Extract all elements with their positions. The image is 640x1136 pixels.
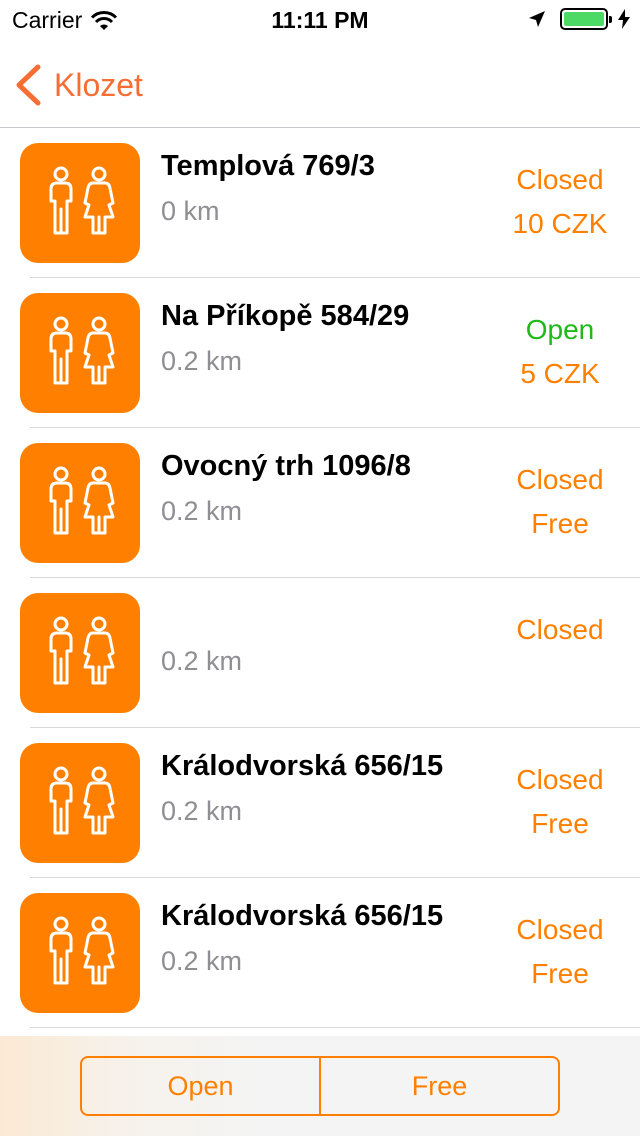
status-right (528, 8, 630, 30)
toilet-distance: 0.2 km (161, 346, 243, 376)
toilet-distance: 0.2 km (161, 646, 243, 676)
restroom-icon (20, 293, 140, 413)
toilet-address: Templová 769/3 (161, 150, 375, 182)
toilet-row[interactable]: Králodvorská 656/15 0.2 km Closed Free (0, 728, 640, 878)
battery-icon (560, 8, 612, 30)
filter-open-button[interactable]: Open (82, 1058, 319, 1114)
restroom-icon (20, 743, 140, 863)
toilet-row[interactable]: 0.2 km Closed (0, 578, 640, 728)
filter-segmented-control: Open Free (80, 1056, 560, 1116)
restroom-figures-icon (49, 616, 115, 685)
toilet-distance: 0.2 km (161, 796, 243, 826)
toilet-distance: 0.2 km (161, 946, 243, 976)
restroom-figures-icon (49, 166, 115, 235)
toilet-status: Closed (516, 464, 604, 495)
battery-tip (609, 16, 612, 23)
filter-bar: Open Free (0, 1036, 640, 1136)
restroom-figures-icon (49, 316, 115, 385)
toilet-address: Ovocný trh 1096/8 (161, 450, 411, 482)
chevron-left-icon (16, 64, 41, 106)
toilet-distance: 0 km (161, 196, 220, 226)
toilet-status: Open (525, 314, 595, 345)
toilet-price: Free (531, 508, 589, 539)
toilet-row[interactable]: Ovocný trh 1096/8 0.2 km Closed Free (0, 428, 640, 578)
toilet-address: Na Příkopě 584/29 (161, 300, 410, 332)
toilet-row[interactable]: Na Příkopě 584/29 0.2 km Open 5 CZK (0, 278, 640, 428)
toilet-list[interactable]: Templová 769/3 0 km Closed 10 CZK Na Pří… (0, 128, 640, 1036)
toilet-distance: 0.2 km (161, 496, 243, 526)
toilet-address: Králodvorská 656/15 (161, 750, 444, 782)
toilet-status: Closed (516, 764, 604, 795)
toilet-status: Closed (516, 614, 604, 645)
status-bar: Carrier 11:11 PM (0, 0, 640, 40)
navigation-bar: Klozet (0, 40, 640, 128)
toilet-row[interactable]: Templová 769/3 0 km Closed 10 CZK (0, 128, 640, 278)
battery-level (564, 12, 604, 26)
back-label: Klozet (54, 66, 143, 103)
restroom-figures-icon (49, 466, 115, 535)
restroom-icon (20, 593, 140, 713)
restroom-icon (20, 143, 140, 263)
restroom-figures-icon (49, 916, 115, 985)
location-arrow-icon (529, 11, 545, 27)
toilet-address: Králodvorská 656/15 (161, 900, 444, 932)
toilet-status: Closed (516, 164, 604, 195)
toilet-row[interactable]: Králodvorská 656/15 0.2 km Closed Free (0, 878, 640, 1028)
restroom-icon (20, 443, 140, 563)
toilet-price: 10 CZK (512, 208, 608, 239)
toilet-price: Free (531, 808, 589, 839)
back-button[interactable]: Klozet (14, 64, 143, 106)
filter-free-button[interactable]: Free (319, 1058, 558, 1114)
toilet-status: Closed (516, 914, 604, 945)
charging-bolt-icon (618, 9, 630, 29)
toilet-price: 5 CZK (520, 358, 600, 389)
restroom-figures-icon (49, 766, 115, 835)
restroom-icon (20, 893, 140, 1013)
toilet-price: Free (531, 958, 589, 989)
